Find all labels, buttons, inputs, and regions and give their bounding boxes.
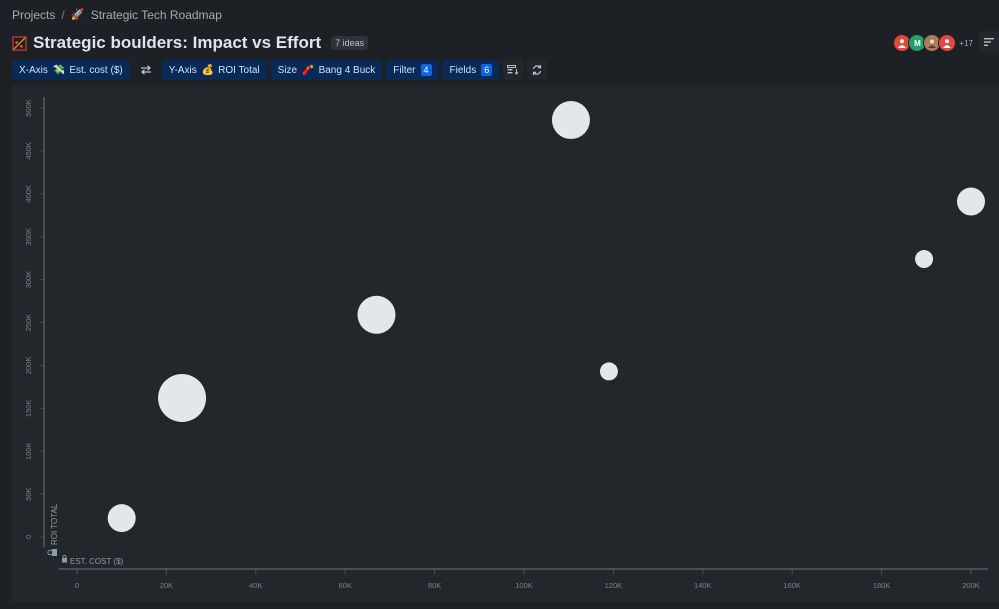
x-tick-label: 60K	[339, 581, 352, 590]
y-tick-label: 150K	[24, 400, 33, 418]
chart-panel: 0 50K 100K 150K 200K 250K 300K 350K 400K 450K 500K…	[12, 85, 999, 602]
sort-lines-icon	[984, 38, 994, 46]
x-tick-label: 120K	[605, 581, 623, 590]
bubble-point[interactable]	[551, 101, 590, 140]
y-axis-button[interactable]: Y-Axis 💰 ROI Total	[161, 60, 267, 80]
y-tick-label: 450K	[24, 142, 33, 160]
fields-label: Fields	[449, 64, 477, 76]
rocket-icon: 🚀	[70, 9, 85, 21]
fields-count-badge: 6	[481, 64, 493, 76]
breadcrumb-project-link[interactable]: Strategic Tech Roadmap	[91, 8, 222, 22]
x-tick-label: 160K	[783, 581, 801, 590]
x-axis-button[interactable]: X-Axis 💸 Est. cost ($)	[12, 60, 130, 80]
size-button[interactable]: Size 🧨 Bang 4 Buck	[270, 60, 383, 80]
sync-icon	[533, 65, 542, 75]
y-axis: 0 50K 100K 150K 200K 250K 300K 350K 400K 450K 500K	[24, 97, 45, 547]
page-header: Strategic boulders: Impact vs Effort 7 i…	[12, 32, 369, 54]
y-tick-label: 400K	[24, 185, 33, 203]
card-layout-button[interactable]	[503, 60, 524, 80]
person-icon	[928, 39, 937, 48]
y-tick-label: 50K	[24, 487, 33, 500]
bubble-point[interactable]	[357, 295, 396, 334]
bubble-series	[107, 101, 985, 533]
y-tick-label: 200K	[24, 357, 33, 375]
x-tick-label: 140K	[694, 581, 712, 590]
x-tick-label: 40K	[249, 581, 262, 590]
y-tick-label: 250K	[24, 314, 33, 332]
sort-button[interactable]	[979, 31, 999, 53]
x-tick-label: 200K	[962, 581, 980, 590]
money-wings-icon: 💸	[52, 64, 66, 76]
x-tick-label: 100K	[515, 581, 533, 590]
y-axis-value: ROI Total	[218, 64, 260, 76]
bubble-point[interactable]	[957, 187, 985, 216]
scatter-chart: 0 50K 100K 150K 200K 250K 300K 350K 400K 450K 500K…	[24, 97, 988, 590]
y-axis-title: ROI TOTAL	[47, 503, 59, 556]
sync-button[interactable]	[527, 60, 548, 80]
money-bag-icon: 💰	[201, 64, 215, 76]
firecracker-icon: 🧨	[302, 64, 315, 76]
breadcrumb-separator: /	[61, 8, 65, 22]
size-value: Bang 4 Buck	[318, 64, 376, 76]
page-title: Strategic boulders: Impact vs Effort	[33, 33, 322, 52]
fields-button[interactable]: Fields 6	[442, 60, 500, 80]
y-tick-label: 300K	[24, 271, 33, 289]
user-avatar[interactable]	[938, 34, 957, 52]
filter-count-badge: 4	[420, 64, 432, 76]
x-axis-value: Est. cost ($)	[69, 64, 123, 76]
more-collaborators-count[interactable]: +17	[959, 39, 973, 48]
person-icon	[898, 39, 907, 48]
bubble-point[interactable]	[599, 362, 618, 381]
x-axis-title: EST. COST ($)	[62, 554, 124, 566]
idea-count-badge: 7 ideas	[331, 36, 369, 50]
collaborator-avatars[interactable]: M +17	[893, 34, 973, 52]
y-axis-label: Y-Axis	[168, 64, 197, 76]
breadcrumb: Projects / 🚀 Strategic Tech Roadmap	[12, 8, 222, 22]
filter-button[interactable]: Filter 4	[386, 60, 439, 80]
x-axis-label: X-Axis	[19, 64, 48, 76]
card-layout-icon	[507, 65, 519, 75]
y-axis-label: ROI TOTAL	[50, 503, 59, 545]
filter-label: Filter	[393, 64, 416, 76]
bubble-point[interactable]	[158, 374, 207, 423]
x-axis-label: EST. COST ($)	[70, 557, 124, 566]
y-tick-label: 500K	[24, 99, 33, 117]
chart-toolbar: X-Axis 💸 Est. cost ($) Y-Axis 💰 ROI Tota…	[12, 60, 551, 80]
y-tick-label: 0	[24, 535, 33, 539]
x-tick-label: 20K	[160, 581, 173, 590]
lock-icon	[47, 549, 57, 556]
lock-icon	[62, 554, 67, 563]
y-tick-label: 100K	[24, 442, 33, 460]
x-axis: 0 20K 40K 60K 80K 100K 120K 140K 160K 180K 200K	[59, 568, 988, 590]
bubble-point[interactable]	[107, 504, 136, 533]
x-tick-label: 0	[75, 581, 79, 590]
x-tick-label: 180K	[873, 581, 891, 590]
scatter-plot-icon	[12, 35, 27, 51]
breadcrumb-projects-link[interactable]: Projects	[12, 8, 55, 22]
swap-axes-icon[interactable]	[136, 60, 156, 80]
x-tick-label: 80K	[428, 581, 441, 590]
size-label: Size	[277, 64, 298, 76]
bubble-point[interactable]	[915, 250, 934, 269]
y-tick-label: 350K	[24, 228, 33, 246]
person-icon	[943, 39, 952, 48]
